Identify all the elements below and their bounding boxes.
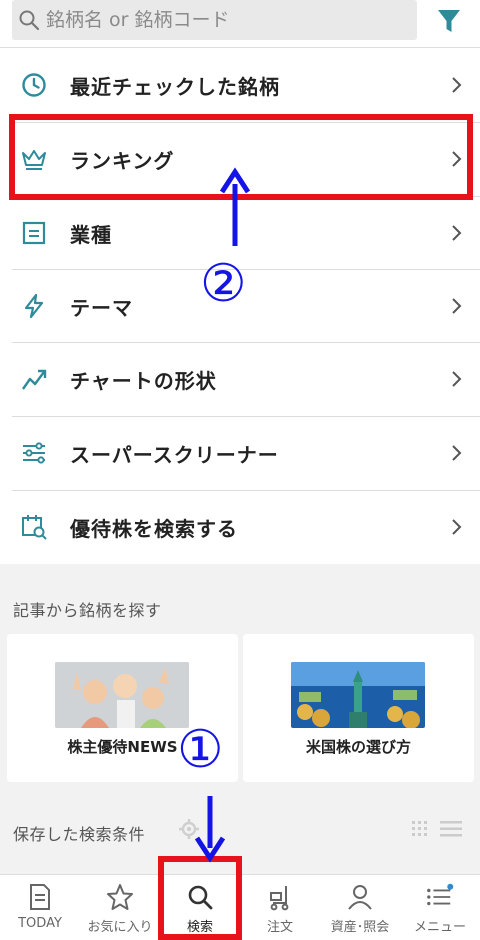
document-tab-icon <box>26 883 54 911</box>
saved-conditions-title: 保存した検索条件 <box>13 825 146 844</box>
calendar-search-icon <box>20 513 48 541</box>
menu-item-label: 業種 <box>70 222 112 247</box>
menu-item-chart-shape[interactable]: チャートの形状 <box>0 342 480 416</box>
menu-item-label: スーパースクリーナー <box>70 442 279 467</box>
menu-item-benefit-search[interactable]: 優待株を検索する <box>0 490 480 564</box>
filter-button[interactable] <box>432 4 466 38</box>
tab-order[interactable]: 注文 <box>240 875 320 940</box>
view-toggle-icon[interactable] <box>410 818 464 840</box>
filter-icon <box>438 10 460 32</box>
annotation-step-2: ② <box>200 254 247 314</box>
article-card-us-stock[interactable]: 米国株の選び方 <box>243 634 474 782</box>
annotation-step-1: ① <box>177 720 224 780</box>
article-card-label: 米国株の選び方 <box>305 738 411 756</box>
annotation-highlight-ranking <box>9 114 473 200</box>
chevron-right-icon <box>452 298 462 314</box>
lightning-icon <box>20 292 48 320</box>
menu-item-super-screener[interactable]: スーパースクリーナー <box>0 416 480 490</box>
gear-icon[interactable] <box>178 818 200 840</box>
tab-today[interactable]: TODAY <box>0 875 80 940</box>
search-icon <box>19 10 40 31</box>
tab-label: TODAY <box>18 916 62 931</box>
chevron-right-icon <box>452 225 462 241</box>
menu-item-label: 優待株を検索する <box>70 516 238 541</box>
search-input[interactable] <box>46 9 406 31</box>
article-thumbnail-benefit-news <box>55 662 189 728</box>
sliders-icon <box>20 439 48 467</box>
chevron-right-icon <box>452 77 462 93</box>
tab-favorites[interactable]: お気に入り <box>80 875 160 940</box>
menu-item-label: 最近チェックした銘柄 <box>70 74 280 99</box>
chevron-right-icon <box>452 445 462 461</box>
menu-item-recent[interactable]: 最近チェックした銘柄 <box>0 48 480 122</box>
clock-icon <box>20 71 48 99</box>
menu-list-icon <box>426 883 454 911</box>
article-thumbnail-us-stock <box>291 662 425 728</box>
star-icon <box>106 883 134 911</box>
tab-label: 資産･照会 <box>330 920 390 935</box>
tab-assets[interactable]: 資産･照会 <box>320 875 400 940</box>
articles-section-title: 記事から銘柄を探す <box>13 601 162 620</box>
tab-label: お気に入り <box>87 920 153 935</box>
tab-menu[interactable]: メニュー <box>400 875 480 940</box>
search-bar <box>0 0 480 48</box>
person-icon <box>346 883 374 911</box>
menu-item-label: チャートの形状 <box>70 368 217 393</box>
arrow-head-down <box>194 836 226 863</box>
annotation-highlight-search-tab <box>158 856 242 940</box>
chevron-right-icon <box>452 371 462 387</box>
trend-chart-icon <box>20 365 48 393</box>
chevron-right-icon <box>452 519 462 535</box>
menu-item-label: テーマ <box>70 295 133 320</box>
document-icon <box>20 219 48 247</box>
cart-icon <box>266 883 294 911</box>
tab-label: 注文 <box>266 920 293 935</box>
search-box[interactable] <box>12 0 417 40</box>
tab-label: メニュー <box>413 920 466 935</box>
